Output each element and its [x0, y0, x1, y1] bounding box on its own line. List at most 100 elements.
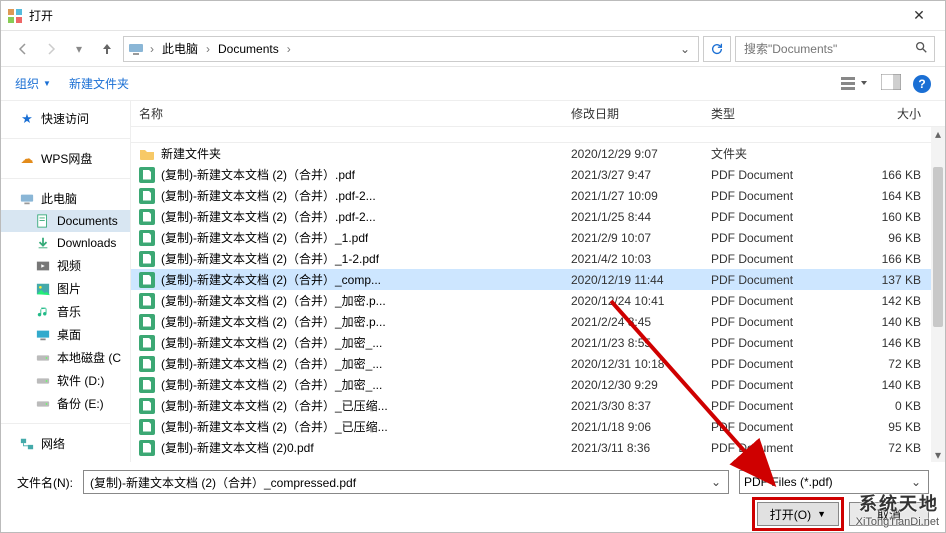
new-folder-button[interactable]: 新建文件夹 — [69, 75, 129, 92]
sidebar-item-quick-access[interactable]: ★ 快速访问 — [1, 107, 130, 130]
file-row[interactable]: (复制)-新建文本文档 (2)（合并）_已压缩...2021/3/30 8:37… — [131, 395, 945, 416]
sidebar-item-music[interactable]: 音乐 — [1, 300, 130, 323]
sidebar-item-videos[interactable]: 视频 — [1, 254, 130, 277]
chevron-right-icon: › — [148, 42, 156, 56]
column-headers[interactable]: 名称 修改日期 类型 大小 — [131, 101, 945, 127]
scroll-up-button[interactable]: ▴ — [931, 127, 945, 141]
pc-icon — [128, 41, 144, 57]
file-row[interactable]: (复制)-新建文本文档 (2)（合并）_加密_...2020/12/30 9:2… — [131, 374, 945, 395]
filename-label: 文件名(N): — [17, 474, 73, 491]
window-title: 打开 — [29, 7, 53, 24]
chevron-right-icon: › — [204, 42, 212, 56]
file-row[interactable] — [131, 127, 945, 143]
pdf-icon — [139, 230, 155, 246]
filename-input[interactable] — [88, 474, 708, 490]
file-row[interactable]: (复制)-新建文本文档 (2)（合并）.pdf-2...2021/1/25 8:… — [131, 206, 945, 227]
recent-locations-button[interactable]: ▾ — [67, 37, 91, 61]
file-row[interactable]: (复制)-新建文本文档 (2)（合并）_加密.p...2021/2/24 8:4… — [131, 311, 945, 332]
file-row[interactable]: (复制)-新建文本文档 (2)（合并）_已压缩...2021/1/18 9:06… — [131, 416, 945, 437]
sidebar-item-pictures[interactable]: 图片 — [1, 277, 130, 300]
file-row[interactable]: (复制)-新建文本文档 (2)（合并）.pdf2021/3/27 9:47PDF… — [131, 164, 945, 185]
pdf-icon — [139, 398, 155, 414]
pic-icon — [35, 281, 51, 297]
file-row[interactable]: (复制)-新建文本文档 (2)（合并）_加密.p...2020/12/24 10… — [131, 290, 945, 311]
history-dropdown[interactable]: ⌄ — [680, 42, 690, 56]
chevron-down-icon[interactable]: ⌄ — [908, 475, 924, 489]
watermark: 系统天地 XiTongTianDi.net — [856, 490, 939, 528]
breadcrumb-item-pc[interactable]: 此电脑 — [160, 40, 200, 57]
toolbar: 组织▼ 新建文件夹 ? — [1, 67, 945, 101]
help-button[interactable]: ? — [913, 75, 931, 93]
network-icon — [19, 436, 35, 452]
breadcrumb-bar[interactable]: › 此电脑 › Documents › ⌄ — [123, 36, 699, 62]
sidebar-item-diskc[interactable]: 本地磁盘 (C — [1, 346, 130, 369]
address-bar-row: ▾ › 此电脑 › Documents › ⌄ — [1, 31, 945, 67]
column-date[interactable]: 修改日期 — [571, 105, 711, 122]
sidebar: ★ 快速访问 ☁ WPS网盘 此电脑 DocumentsDownloads视频图… — [1, 101, 131, 462]
sidebar-item-documents[interactable]: Documents — [1, 210, 130, 232]
dialog-footer: 文件名(N): ⌄ PDF Files (*.pdf) ⌄ 打开(O) ▼ 取消 — [1, 462, 945, 532]
pdf-icon — [139, 272, 155, 288]
pdf-icon — [139, 167, 155, 183]
column-type[interactable]: 类型 — [711, 105, 841, 122]
folder-row[interactable]: 新建文件夹2020/12/29 9:07文件夹 — [131, 143, 945, 164]
file-list[interactable]: 新建文件夹2020/12/29 9:07文件夹(复制)-新建文本文档 (2)（合… — [131, 127, 945, 462]
view-options-button[interactable] — [841, 76, 869, 92]
music-icon — [35, 304, 51, 320]
sidebar-item-diske[interactable]: 备份 (E:) — [1, 392, 130, 415]
pdf-icon — [139, 314, 155, 330]
file-type-value: PDF Files (*.pdf) — [744, 475, 908, 489]
scroll-thumb[interactable] — [933, 167, 943, 327]
forward-button[interactable] — [39, 37, 63, 61]
organize-button[interactable]: 组织▼ — [15, 75, 51, 92]
desk-icon — [35, 327, 51, 343]
pdf-icon — [139, 188, 155, 204]
pc-icon — [19, 191, 35, 207]
pdf-icon — [139, 293, 155, 309]
file-row[interactable]: (复制)-新建文本文档 (2)（合并）_1-2.pdf2021/4/2 10:0… — [131, 248, 945, 269]
search-box[interactable] — [735, 36, 935, 62]
pdf-icon — [139, 377, 155, 393]
close-button[interactable]: ✕ — [899, 2, 939, 30]
pdf-icon — [139, 251, 155, 267]
scrollbar-vertical[interactable]: ▴ ▾ — [931, 127, 945, 462]
chevron-down-icon[interactable]: ⌄ — [708, 475, 724, 489]
pdf-icon — [139, 335, 155, 351]
sidebar-item-this-pc[interactable]: 此电脑 — [1, 187, 130, 210]
sidebar-item-network[interactable]: 网络 — [1, 432, 130, 455]
disk-icon — [35, 373, 51, 389]
column-name[interactable]: 名称 — [131, 105, 571, 122]
back-button[interactable] — [11, 37, 35, 61]
file-row[interactable]: (复制)-新建文本文档 (2)（合并）_comp...2020/12/19 11… — [131, 269, 945, 290]
pdf-icon — [139, 209, 155, 225]
sidebar-item-wps[interactable]: ☁ WPS网盘 — [1, 147, 130, 170]
file-row[interactable]: (复制)-新建文本文档 (2)（合并）_加密_...2020/12/31 10:… — [131, 353, 945, 374]
chevron-right-icon: › — [285, 42, 293, 56]
star-icon: ★ — [19, 111, 35, 127]
sidebar-item-desktop[interactable]: 桌面 — [1, 323, 130, 346]
refresh-button[interactable] — [703, 36, 731, 62]
cloud-icon: ☁ — [19, 151, 35, 167]
up-button[interactable] — [95, 37, 119, 61]
file-row[interactable]: (复制)-新建文本文档 (2)（合并）_1.pdf2021/2/9 10:07P… — [131, 227, 945, 248]
split-chevron-icon[interactable]: ▼ — [817, 509, 826, 519]
app-icon — [7, 8, 23, 24]
preview-pane-button[interactable] — [881, 74, 901, 93]
file-row[interactable]: (复制)-新建文本文档 (2)（合并）_加密_...2021/1/23 8:55… — [131, 332, 945, 353]
filename-combo[interactable]: ⌄ — [83, 470, 729, 494]
open-button[interactable]: 打开(O) ▼ — [757, 502, 839, 526]
pdf-icon — [139, 419, 155, 435]
down-icon — [35, 235, 51, 251]
disk-icon — [35, 396, 51, 412]
folder-icon — [139, 146, 155, 162]
scroll-down-button[interactable]: ▾ — [931, 448, 945, 462]
sidebar-item-diskd[interactable]: 软件 (D:) — [1, 369, 130, 392]
column-size[interactable]: 大小 — [841, 105, 931, 122]
sidebar-item-downloads[interactable]: Downloads — [1, 232, 130, 254]
file-row[interactable]: (复制)-新建文本文档 (2)0.pdf2021/3/11 8:36PDF Do… — [131, 437, 945, 458]
file-row[interactable]: (复制)-新建文本文档 (2)（合并）.pdf-2...2021/1/27 10… — [131, 185, 945, 206]
breadcrumb-item-documents[interactable]: Documents — [216, 42, 281, 56]
pdf-icon — [139, 356, 155, 372]
search-input[interactable] — [742, 41, 910, 57]
title-bar: 打开 ✕ — [1, 1, 945, 31]
